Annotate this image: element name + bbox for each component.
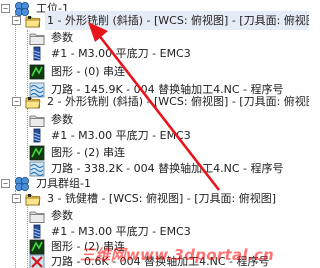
operation-label: 2 - 外形铣削 (斜插) - [WCS: 俯视图] - [刀具面: 俯视图 <box>47 95 309 108</box>
collapse-toggle[interactable]: − <box>12 16 21 25</box>
tree-line <box>27 30 28 100</box>
collapse-toggle[interactable]: − <box>12 194 21 203</box>
operation-node-2[interactable]: − 2 - 外形铣削 (斜插) - [WCS: 俯视图] - [刀具面: 俯视图 <box>12 92 309 111</box>
operation-folder-icon <box>25 13 41 29</box>
collapse-toggle[interactable]: − <box>12 97 21 106</box>
toolpath-error-icon <box>29 254 45 268</box>
tree-line <box>27 205 28 268</box>
operation-folder-icon <box>25 191 41 207</box>
operation-label: 3 - 铣健槽 - [WCS: 俯视图] - [刀具面: 俯视图] <box>47 192 276 205</box>
tool-label: #1 - M3.00 平底刀 - EMC3 <box>51 47 191 60</box>
tool-node[interactable]: #1 - M3.00 平底刀 - EMC3 <box>29 44 193 63</box>
operation-label: 1 - 外形铣削 (斜插) - [WCS: 俯视图] - [刀具面: 俯视图 <box>45 11 309 30</box>
geometry-node[interactable]: 图形 - (0) 串连 <box>29 62 127 81</box>
tree-line <box>27 108 28 158</box>
endmill-tool-icon <box>29 128 45 144</box>
toolpath-tree: − 工位-1 − 1 - 外形铣削 (斜插) - [WCS: 俯视图] - [刀… <box>0 0 309 268</box>
operation-folder-icon <box>25 94 41 110</box>
collapse-toggle[interactable]: − <box>1 179 10 188</box>
geometry-label: 图形 - (0) 串连 <box>51 65 126 78</box>
geometry-icon <box>29 64 45 80</box>
watermark: 三维网www.3dportal.cn <box>80 246 275 264</box>
collapse-toggle[interactable]: − <box>1 4 10 13</box>
endmill-tool-icon <box>29 46 45 62</box>
